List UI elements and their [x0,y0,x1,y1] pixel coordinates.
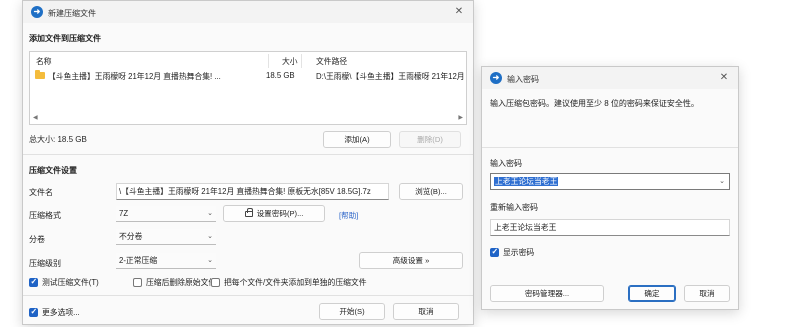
app-icon: ➜ [490,72,502,84]
browse-button[interactable]: 浏览(B)... [399,183,463,200]
show-password-checkbox[interactable]: 显示密码 [490,247,534,258]
column-divider[interactable] [268,54,269,68]
ok-button[interactable]: 确定 [628,285,676,302]
password-manager-button[interactable]: 密码管理器... [490,285,604,302]
close-icon[interactable]: ✕ [451,4,467,20]
dialog-title: 输入密码 [507,75,539,84]
level-select[interactable]: 2-正常压缩 ⌄ [116,253,216,269]
row-name: 【斗鱼主播】王雨檬呀 21年12月 直播热舞合集! ... [48,72,221,81]
level-value: 2-正常压缩 [119,256,158,265]
column-size[interactable]: 大小 [282,56,298,67]
level-label: 压缩级别 [29,259,61,268]
divider [23,295,473,296]
test-archive-label: 测试压缩文件(T) [42,278,99,287]
divider [23,154,473,155]
more-options-label: 更多选项... [42,308,80,317]
delete-source-label: 压缩后删除原始文件 [146,278,217,287]
show-password-label: 显示密码 [503,248,535,257]
add-files-section-title: 添加文件到压缩文件 [29,34,101,43]
separate-archives-checkbox[interactable]: 把每个文件/文件夹添加到单独的压缩文件 [211,277,367,288]
filename-field[interactable]: \【斗鱼主播】王雨檬呀 21年12月 直播热舞合集! 原板无水[85V 18.5… [116,183,389,200]
chevron-down-icon[interactable]: ⌄ [719,174,725,189]
password-dialog: ➜ 输入密码 ✕ 输入压缩包密码。建议使用至少 8 位的密码来保证安全性。 输入… [481,66,739,310]
checkbox-checked-icon [490,247,499,257]
app-icon: ➜ [31,6,43,18]
scroll-left-icon[interactable]: ◀ [33,114,38,121]
help-link[interactable]: [帮助] [339,210,358,221]
cancel-button[interactable]: 取消 [393,303,459,320]
more-options-checkbox[interactable]: 更多选项... [29,307,80,318]
reenter-password-input[interactable]: 上老王论坛当老王 [490,219,730,236]
format-value: 7Z [119,209,129,218]
total-size: 总大小: 18.5 GB [29,135,87,144]
row-path: D:\王雨檬\【斗鱼主播】王雨檬呀 21年12月 直 [316,72,466,81]
divider [482,147,738,148]
dialog-cancel-button[interactable]: 取消 [684,285,730,302]
password-label: 输入密码 [490,159,522,168]
advanced-settings-button[interactable]: 高级设置 » [359,252,463,269]
password-selected-text: 上老王论坛当老王 [494,177,559,186]
chevron-down-icon: ⌄ [207,210,213,217]
dialog-title-bar[interactable]: ➜ 输入密码 ✕ [482,67,738,89]
add-button[interactable]: 添加(A) [323,131,391,148]
split-label: 分卷 [29,235,45,244]
set-password-button[interactable]: 设置密码(P)... [223,205,325,222]
split-select[interactable]: 不分卷 ⌄ [116,229,216,245]
title-bar[interactable]: ➜ 新建压缩文件 ✕ [23,1,473,23]
close-icon[interactable]: ✕ [716,70,732,86]
settings-section-title: 压缩文件设置 [29,166,77,175]
split-value: 不分卷 [119,232,143,241]
column-name[interactable]: 名称 [36,56,52,67]
checkbox-unchecked-icon [133,278,142,287]
delete-button[interactable]: 删除(D) [399,131,461,148]
delete-source-checkbox[interactable]: 压缩后删除原始文件 [133,277,216,288]
row-size: 18.5 GB [266,71,295,80]
chevron-down-icon: ⌄ [207,257,213,264]
column-path[interactable]: 文件路径 [316,56,347,67]
file-list[interactable]: 名称 大小 文件路径 【斗鱼主播】王雨檬呀 21年12月 直播热舞合集! ...… [29,51,467,125]
checkbox-checked-icon [29,307,38,317]
separate-archives-label: 把每个文件/文件夹添加到单独的压缩文件 [224,278,367,287]
filename-label: 文件名 [29,188,53,197]
reenter-label: 重新输入密码 [490,203,538,212]
scroll-right-icon[interactable]: ▶ [458,114,463,121]
column-divider[interactable] [301,54,302,68]
format-label: 压缩格式 [29,211,61,220]
start-button[interactable]: 开始(S) [319,303,385,320]
checkbox-unchecked-icon [211,278,220,287]
password-hint: 输入压缩包密码。建议使用至少 8 位的密码来保证安全性。 [490,99,699,108]
test-archive-checkbox[interactable]: 测试压缩文件(T) [29,277,99,288]
lock-icon [244,208,253,217]
window-title: 新建压缩文件 [48,9,96,18]
folder-icon [35,70,45,79]
checkbox-checked-icon [29,277,38,287]
set-password-label: 设置密码(P)... [256,209,304,218]
format-select[interactable]: 7Z ⌄ [116,206,216,222]
chevron-down-icon: ⌄ [207,233,213,240]
new-archive-window: ➜ 新建压缩文件 ✕ 添加文件到压缩文件 名称 大小 文件路径 【斗鱼主播】王雨… [22,0,474,325]
horizontal-scrollbar[interactable]: ◀ ▶ [31,114,465,123]
password-input[interactable]: 上老王论坛当老王 ⌄ [490,173,730,190]
